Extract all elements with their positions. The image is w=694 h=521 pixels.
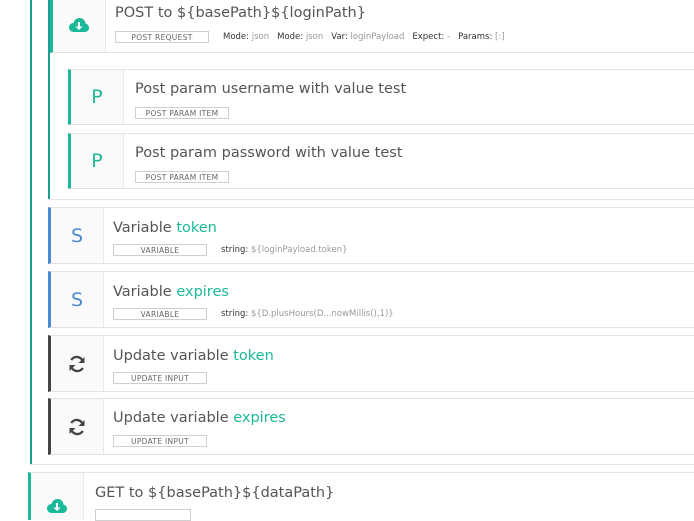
post-request-row[interactable]: POST to ${basePath}${loginPath} POST REQ… xyxy=(50,0,694,53)
meta-expect: Expect: - xyxy=(412,32,451,42)
update-name: token xyxy=(233,348,274,364)
post-param-row[interactable]: P Post param username with value test PO… xyxy=(68,69,694,125)
request-path: ${basePath}${loginPath} xyxy=(177,5,366,21)
group-separator-bottom xyxy=(30,464,694,465)
post-param-row[interactable]: P Post param password with value test PO… xyxy=(68,133,694,189)
param-p-icon: P xyxy=(91,86,103,108)
variable-value: string: ${D.plusHours(D...nowMillis(),1)… xyxy=(221,309,394,319)
param-icon-box: P xyxy=(71,70,124,124)
update-icon-box xyxy=(51,336,104,391)
param-p-icon: P xyxy=(91,150,103,172)
request-to: to xyxy=(157,5,173,21)
get-request-tag-stub[interactable] xyxy=(95,509,191,521)
post-request-title: POST to ${basePath}${loginPath} xyxy=(115,5,366,21)
cloud-download-icon xyxy=(69,18,89,32)
request-path: ${basePath}${dataPath} xyxy=(148,485,335,501)
variable-value: string: ${loginPayload.token} xyxy=(221,245,348,255)
variable-icon-box: S xyxy=(51,272,104,327)
param-tag[interactable]: POST PARAM ITEM xyxy=(135,171,229,183)
group-separator xyxy=(48,199,694,200)
update-tag[interactable]: UPDATE INPUT xyxy=(113,372,207,384)
variable-row[interactable]: S Variable expires VARIABLE string: ${D.… xyxy=(48,271,694,328)
variable-name: token xyxy=(176,220,217,236)
update-meta: UPDATE INPUT xyxy=(113,434,221,448)
param-title: Post param password with value test xyxy=(135,145,403,161)
refresh-icon xyxy=(69,355,85,372)
param-meta: POST PARAM ITEM xyxy=(135,106,243,120)
update-row[interactable]: Update variable expires UPDATE INPUT xyxy=(48,398,694,455)
post-request-icon-box xyxy=(53,0,106,52)
update-name: expires xyxy=(233,410,286,426)
variable-title: Variable token xyxy=(113,220,217,236)
request-to: to xyxy=(128,485,144,501)
request-method: POST xyxy=(115,5,154,21)
variable-icon-box: S xyxy=(51,208,104,263)
param-icon-box: P xyxy=(71,134,124,188)
param-title: Post param username with value test xyxy=(135,81,407,97)
get-request-title: GET to ${basePath}${dataPath} xyxy=(95,485,334,501)
outer-tree-line xyxy=(30,0,32,464)
variable-s-icon: S xyxy=(70,288,84,311)
cloud-download-icon xyxy=(47,498,67,513)
refresh-icon xyxy=(69,418,85,435)
meta-params: Params: [:] xyxy=(458,32,505,42)
variable-title: Variable expires xyxy=(113,284,229,300)
meta-mode-2: Mode: json xyxy=(277,32,324,42)
update-row[interactable]: Update variable token UPDATE INPUT xyxy=(48,335,694,392)
variable-tag[interactable]: VARIABLE xyxy=(113,308,207,320)
variable-name: expires xyxy=(176,284,229,300)
get-request-icon-box xyxy=(31,473,84,520)
update-title: Update variable expires xyxy=(113,410,286,426)
post-request-meta: POST REQUEST Mode: json Mode: json Var: … xyxy=(115,30,513,44)
get-request-row[interactable]: GET to ${basePath}${dataPath} xyxy=(28,472,694,521)
update-meta: UPDATE INPUT xyxy=(113,371,221,385)
variable-meta: VARIABLE string: ${loginPayload.token} xyxy=(113,243,356,257)
update-icon-box xyxy=(51,399,104,454)
variable-meta: VARIABLE string: ${D.plusHours(D...nowMi… xyxy=(113,307,402,321)
variable-row[interactable]: S Variable token VARIABLE string: ${logi… xyxy=(48,207,694,264)
meta-mode-1: Mode: json xyxy=(223,32,270,42)
param-tag[interactable]: POST PARAM ITEM xyxy=(135,107,229,119)
update-tag[interactable]: UPDATE INPUT xyxy=(113,435,207,447)
meta-var: Var: loginPayload xyxy=(331,32,405,42)
request-method: GET xyxy=(95,485,125,501)
update-title: Update variable token xyxy=(113,348,274,364)
post-request-tag[interactable]: POST REQUEST xyxy=(115,31,209,43)
param-meta: POST PARAM ITEM xyxy=(135,170,243,184)
variable-tag[interactable]: VARIABLE xyxy=(113,244,207,256)
variable-s-icon: S xyxy=(70,224,84,247)
